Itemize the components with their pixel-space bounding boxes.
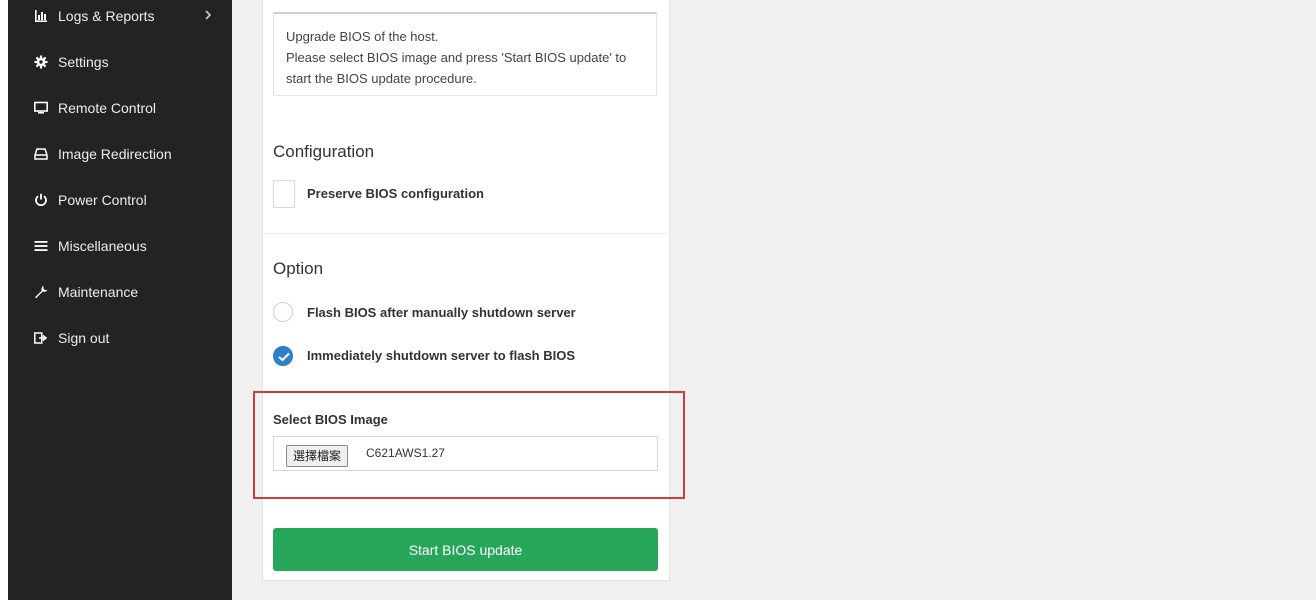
preserve-bios-label: Preserve BIOS configuration <box>307 186 484 201</box>
sidebar-item-label: Settings <box>58 54 109 70</box>
sidebar-item-label: Image Redirection <box>58 146 172 162</box>
menu-icon <box>34 239 48 253</box>
preserve-bios-checkbox[interactable] <box>273 180 295 208</box>
info-line: Please select BIOS image and press 'Star… <box>286 50 627 65</box>
sidebar-item-settings[interactable]: Settings <box>8 42 232 82</box>
info-box: Upgrade BIOS of the host. Please select … <box>273 12 657 96</box>
immediate-shutdown-label: Immediately shutdown server to flash BIO… <box>307 348 576 363</box>
power-icon <box>34 193 48 207</box>
info-line: start the BIOS update procedure. <box>286 71 477 86</box>
selected-file-name: C621AWS1.27 <box>366 446 445 460</box>
info-line: Upgrade BIOS of the host. <box>286 29 439 44</box>
sidebar: Logs & Reports Settings Remote Control I… <box>8 0 232 600</box>
sidebar-item-label: Miscellaneous <box>58 238 147 254</box>
bar-chart-icon <box>34 9 48 23</box>
sidebar-item-logs-reports[interactable]: Logs & Reports <box>8 0 232 36</box>
left-edge-strip <box>0 0 8 600</box>
sidebar-item-label: Power Control <box>58 192 147 208</box>
sidebar-item-remote-control[interactable]: Remote Control <box>8 88 232 128</box>
choose-file-button[interactable]: 選擇檔案 <box>286 445 349 467</box>
sidebar-item-maintenance[interactable]: Maintenance <box>8 272 232 312</box>
sidebar-item-miscellaneous[interactable]: Miscellaneous <box>8 226 232 266</box>
bios-update-panel: Upgrade BIOS of the host. Please select … <box>262 0 670 581</box>
sign-out-icon <box>34 331 48 345</box>
sidebar-item-image-redirection[interactable]: Image Redirection <box>8 134 232 174</box>
configuration-heading: Configuration <box>273 142 375 161</box>
flash-after-shutdown-label: Flash BIOS after manually shutdown serve… <box>307 305 576 320</box>
bios-file-input[interactable]: 選擇檔案 C621AWS1.27 <box>273 436 658 471</box>
wrench-icon <box>34 285 48 299</box>
section-divider <box>263 233 669 234</box>
sidebar-item-power-control[interactable]: Power Control <box>8 180 232 220</box>
flash-after-shutdown-radio[interactable] <box>273 302 293 322</box>
gear-icon <box>34 55 48 69</box>
select-bios-image-label: Select BIOS Image <box>273 412 388 427</box>
chevron-right-icon <box>204 8 212 24</box>
sidebar-item-label: Remote Control <box>58 100 157 116</box>
sidebar-item-label: Sign out <box>58 330 110 346</box>
sidebar-item-sign-out[interactable]: Sign out <box>8 318 232 358</box>
start-bios-update-button[interactable]: Start BIOS update <box>273 528 658 571</box>
drive-icon <box>34 147 48 161</box>
option-heading: Option <box>273 259 324 278</box>
checkmark-icon <box>278 352 290 362</box>
sidebar-item-label: Logs & Reports <box>58 8 155 24</box>
sidebar-item-label: Maintenance <box>58 284 139 300</box>
monitor-icon <box>34 101 48 115</box>
immediate-shutdown-radio[interactable] <box>273 346 293 366</box>
